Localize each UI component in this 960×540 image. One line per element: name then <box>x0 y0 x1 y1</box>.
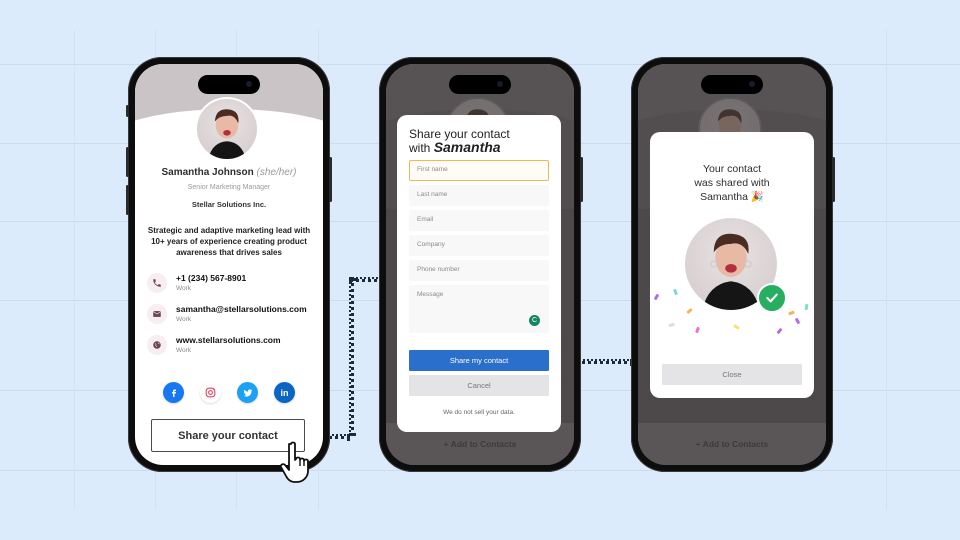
privacy-disclaimer: We do not sell your data. <box>443 409 515 416</box>
share-my-contact-button[interactable]: Share my contact <box>409 350 549 371</box>
contact-phone[interactable]: +1 (234) 567-8901 Work <box>147 271 315 299</box>
linkedin-icon[interactable]: in <box>274 382 295 403</box>
success-modal: Your contact was shared with Samantha 🎉 <box>650 132 814 398</box>
instagram-icon[interactable] <box>200 382 221 403</box>
name-text: Samantha Johnson <box>161 167 254 178</box>
contact-website[interactable]: www.stellarsolutions.com Work <box>147 333 315 361</box>
phone-share-success: + Add to Contacts Your contact was share… <box>631 57 835 472</box>
contact-email[interactable]: samantha@stellarsolutions.com Work <box>147 302 315 330</box>
grammarly-icon[interactable]: C <box>529 315 540 326</box>
modal-title: Share your contact with Samantha <box>409 127 510 155</box>
share-form-screen: + Add to Contacts Share your contact wit… <box>386 64 574 465</box>
flow-connector-1-vertical <box>349 278 354 436</box>
phone-icon <box>147 273 167 293</box>
phone-profile: Samantha Johnson (she/her) Senior Market… <box>126 57 332 472</box>
bio-text: Strategic and adaptive marketing lead wi… <box>147 226 311 257</box>
success-check-icon <box>757 283 787 313</box>
first-name-input[interactable]: First name <box>409 160 549 181</box>
dynamic-island <box>449 75 511 94</box>
cancel-button[interactable]: Cancel <box>409 375 549 396</box>
message-input[interactable]: Message C <box>409 285 549 333</box>
profile-screen: Samantha Johnson (she/her) Senior Market… <box>135 64 323 465</box>
twitter-icon[interactable] <box>237 382 258 403</box>
pointer-hand-icon <box>280 441 309 483</box>
add-to-contacts-bar[interactable]: + Add to Contacts <box>638 423 826 465</box>
phone-share-form: + Add to Contacts Share your contact wit… <box>379 57 583 472</box>
profile-name: Samantha Johnson (she/her) <box>135 167 323 178</box>
share-contact-modal: Share your contact with Samantha First n… <box>397 115 561 432</box>
pronouns: (she/her) <box>256 167 297 178</box>
phone-number-input[interactable]: Phone number <box>409 260 549 281</box>
dynamic-island <box>701 75 763 94</box>
success-screen: + Add to Contacts Your contact was share… <box>638 64 826 465</box>
dynamic-island <box>198 75 260 94</box>
success-message: Your contact was shared with Samantha 🎉 <box>694 163 770 203</box>
facebook-icon[interactable] <box>163 382 184 403</box>
avatar <box>195 97 259 161</box>
close-button[interactable]: Close <box>662 364 802 385</box>
last-name-input[interactable]: Last name <box>409 185 549 206</box>
email-input[interactable]: Email <box>409 210 549 231</box>
globe-icon <box>147 335 167 355</box>
job-title: Senior Marketing Manager <box>187 184 271 191</box>
social-links: in <box>135 382 323 403</box>
company-input[interactable]: Company <box>409 235 549 256</box>
company-name: Stellar Solutions Inc. <box>191 200 267 209</box>
email-icon <box>147 304 167 324</box>
